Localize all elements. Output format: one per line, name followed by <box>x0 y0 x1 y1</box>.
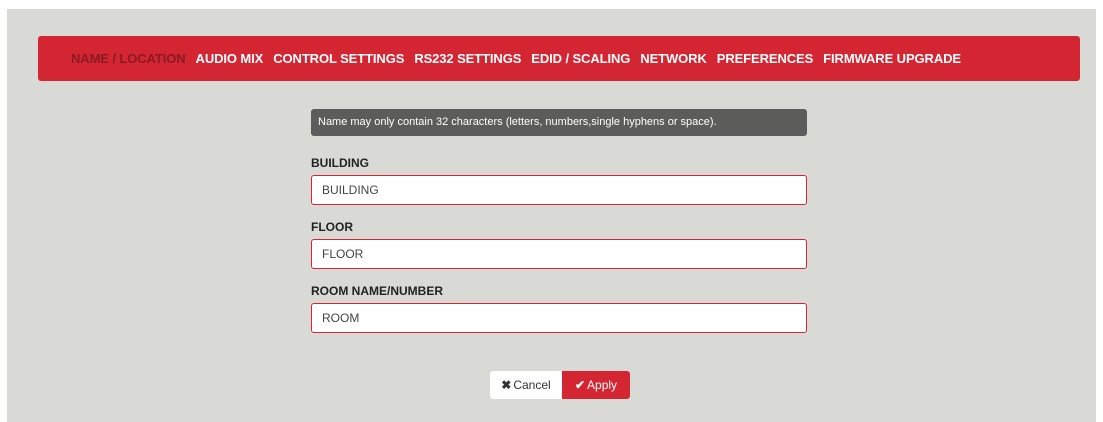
check-icon: ✔ <box>574 378 586 392</box>
settings-nav-bar: NAME / LOCATION AUDIO MIX CONTROL SETTIN… <box>38 36 1080 81</box>
nav-tab-preferences[interactable]: PREFERENCES <box>717 51 814 66</box>
nav-tab-edid-scaling[interactable]: EDID / SCALING <box>531 51 630 66</box>
cancel-button-label: Cancel <box>513 378 551 392</box>
name-rules-hint: Name may only contain 32 characters (let… <box>311 109 807 136</box>
nav-tab-audio-mix[interactable]: AUDIO MIX <box>196 51 264 66</box>
nav-tab-name-location[interactable]: NAME / LOCATION <box>71 51 186 66</box>
floor-label: FLOOR <box>311 220 353 234</box>
room-label: ROOM NAME/NUMBER <box>311 284 443 298</box>
building-label: BUILDING <box>311 156 369 170</box>
nav-tab-rs232-settings[interactable]: RS232 SETTINGS <box>414 51 521 66</box>
nav-tab-network[interactable]: NETWORK <box>640 51 707 66</box>
floor-input[interactable] <box>311 239 807 269</box>
times-icon: ✖ <box>501 378 512 392</box>
building-input[interactable] <box>311 175 807 205</box>
apply-button[interactable]: ✔ Apply <box>562 371 630 399</box>
apply-button-label: Apply <box>587 378 618 392</box>
cancel-button[interactable]: ✖ Cancel <box>490 371 562 399</box>
nav-tab-firmware-upgrade[interactable]: FIRMWARE UPGRADE <box>823 51 961 66</box>
nav-tab-control-settings[interactable]: CONTROL SETTINGS <box>273 51 404 66</box>
room-input[interactable] <box>311 303 807 333</box>
